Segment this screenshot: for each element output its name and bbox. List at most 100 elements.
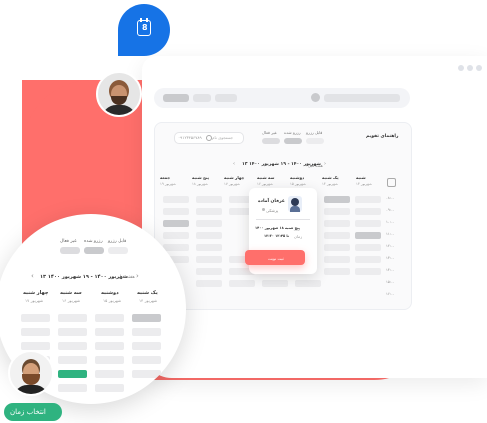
day-value: پنج شنبه ۱۸ شهریور ۱۴۰۰: [255, 226, 300, 230]
time-slot[interactable]: [163, 208, 189, 215]
time-slot[interactable]: [132, 328, 161, 336]
time-slot[interactable]: [132, 342, 161, 350]
time-slot[interactable]: [58, 356, 87, 364]
time-slot[interactable]: [355, 268, 381, 275]
time-slot[interactable]: [196, 196, 222, 203]
time-slot[interactable]: [163, 196, 189, 203]
calendar-icon: [387, 178, 396, 187]
day-name: یک شنبه: [137, 290, 158, 296]
time-slot[interactable]: [163, 244, 189, 251]
day-name: یک شنبه: [322, 175, 339, 180]
time-slot[interactable]: [95, 370, 124, 378]
address-tab[interactable]: [193, 94, 211, 102]
search-icon: [206, 135, 212, 141]
selected-slot[interactable]: [58, 370, 87, 378]
legend-swatch-available: [108, 247, 128, 254]
popup-divider: [256, 219, 310, 220]
time-slot[interactable]: [355, 244, 381, 251]
legend-label: رزرو شده: [84, 239, 103, 244]
time-slot[interactable]: [196, 244, 222, 251]
time-slot[interactable]: [163, 232, 189, 239]
time-slot[interactable]: [58, 384, 87, 392]
time-slot[interactable]: [163, 220, 189, 227]
time-slot[interactable]: [58, 328, 87, 336]
time-slot[interactable]: [355, 220, 381, 227]
time-value: ۱۲:۳۰ تا ۱۲:۴۵: [264, 234, 289, 238]
day-date: ۱۴ شهریور: [139, 298, 158, 303]
time-slot[interactable]: [324, 268, 350, 275]
address-tab[interactable]: [163, 94, 189, 102]
legend-label: قابل رزرو: [306, 130, 323, 135]
chevron-left-icon[interactable]: ‹: [31, 273, 34, 280]
address-url[interactable]: [324, 94, 400, 102]
day-date: ۱۸ شهریور: [192, 182, 208, 186]
day-date: ۱۵ شهریور: [290, 182, 306, 186]
prev-week-label[interactable]: هفته قبل: [118, 275, 135, 281]
window-dot[interactable]: [476, 65, 482, 71]
time-slot[interactable]: [355, 208, 381, 215]
day-date: ۱۷ شهریور: [224, 182, 240, 186]
chevron-right-icon[interactable]: ›: [136, 273, 139, 280]
time-slot[interactable]: [324, 244, 350, 251]
time-slot[interactable]: [132, 370, 161, 378]
day-name: جمعه: [160, 175, 171, 180]
time-slot[interactable]: [132, 314, 161, 322]
address-tab[interactable]: [215, 94, 237, 102]
time-slot[interactable]: [196, 280, 222, 287]
time-slot[interactable]: [21, 314, 50, 322]
prev-week-label[interactable]: هفته قبل: [308, 163, 323, 168]
day-date: ۱۷ شهریور: [25, 298, 44, 303]
time-slot[interactable]: [58, 342, 87, 350]
time-slot[interactable]: [58, 314, 87, 322]
time-slot[interactable]: [196, 208, 222, 215]
date-range: ۱۳ شهریور ۱۴۰۰ - ۱۹ شهریور ۱۴۰۰: [40, 274, 128, 280]
day-date: ۱۶ شهریور: [257, 182, 273, 186]
time-slot[interactable]: [295, 280, 321, 287]
time-slot[interactable]: [324, 196, 350, 203]
window-dot[interactable]: [458, 65, 464, 71]
time-slot[interactable]: [324, 220, 350, 227]
time-slot[interactable]: [196, 256, 222, 263]
time-label: ۰۹:۰۰: [386, 208, 395, 212]
chevron-left-icon[interactable]: ‹: [233, 161, 235, 167]
time-label: ۰۸:۰۰: [386, 196, 395, 200]
time-slot[interactable]: [196, 220, 222, 227]
day-headers: جمعه پنج شنبه چهار شنبه سه شنبه دوشنبه ی…: [160, 175, 390, 189]
time-label: ۱۰:۰۰: [386, 220, 395, 224]
time-slot[interactable]: [355, 232, 381, 239]
time-slot[interactable]: [95, 328, 124, 336]
time-slot[interactable]: [95, 384, 124, 392]
time-slot[interactable]: [324, 208, 350, 215]
time-slot[interactable]: [324, 256, 350, 263]
time-slot[interactable]: [355, 256, 381, 263]
search-placeholder: جستجوی نام: [212, 135, 234, 140]
chevron-right-icon[interactable]: ›: [324, 161, 326, 167]
legend-swatch-booked: [84, 247, 104, 254]
time-slot[interactable]: [229, 280, 255, 287]
time-slot[interactable]: [132, 356, 161, 364]
avatar: [8, 350, 54, 396]
day-name: دوشنبه: [290, 175, 305, 180]
time-slot[interactable]: [21, 328, 50, 336]
day-date: ۱۵ شهریور: [103, 298, 122, 303]
time-slot[interactable]: [95, 356, 124, 364]
time-label: ۱۵:۰۰: [386, 280, 395, 284]
legend-label: غیر فعال: [60, 239, 77, 244]
time-label: ۱۳:۰۰: [386, 256, 395, 260]
time-slot[interactable]: [95, 342, 124, 350]
day-name: پنج شنبه: [192, 175, 210, 180]
time-slot[interactable]: [21, 342, 50, 350]
time-slot[interactable]: [324, 232, 350, 239]
time-slot[interactable]: [262, 280, 288, 287]
time-slot[interactable]: [95, 314, 124, 322]
time-slot[interactable]: [355, 196, 381, 203]
avatar: [96, 71, 142, 117]
badge-count: 8: [142, 23, 148, 32]
legend-label: رزرو شده: [284, 130, 301, 135]
time-slot[interactable]: [196, 268, 222, 275]
time-label: ۱۶:۰۰: [386, 292, 395, 296]
day-name: چهار شنبه: [23, 290, 49, 296]
window-dot[interactable]: [467, 65, 473, 71]
time-slot[interactable]: [196, 232, 222, 239]
book-button-label: ثبت نوبت: [268, 256, 284, 261]
